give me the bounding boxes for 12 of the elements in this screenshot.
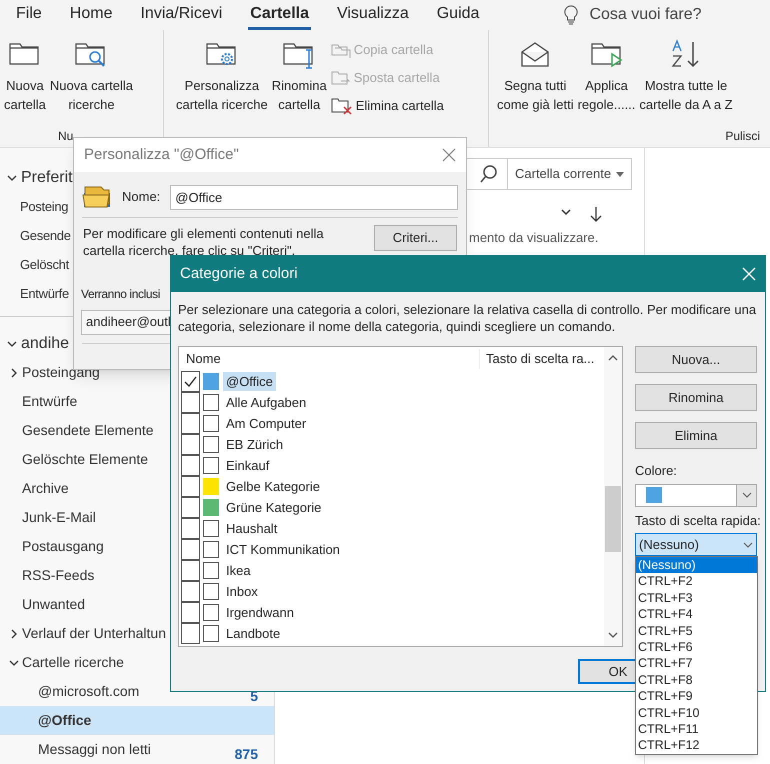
description: Per selezionare una categoria a colori, selezionare la relativa casella di controllo. Per modificare una categoria, selezionare il nome della categoria, quindi scegliere un comando.	[177, 301, 758, 335]
unread-count: 875	[234, 746, 258, 764]
field-label: Verranno inclusi	[81, 287, 160, 301]
field-label: Tasto di scelta rapida:	[635, 512, 757, 530]
empty-message: mento da visualizzare.	[469, 229, 600, 247]
dialog-title: Categorie a colori	[180, 264, 298, 284]
description: Per modificare gli elementi contenuti nella cartella ricerche, fare clic su "Criteri".	[83, 225, 325, 259]
group-label: Pulisci	[725, 128, 760, 145]
dialog-title: Personalizza "@Office"	[84, 144, 239, 165]
field-label: Colore:	[635, 462, 678, 480]
group-label: Nu	[58, 128, 74, 145]
field-label: Nome:	[122, 188, 160, 206]
